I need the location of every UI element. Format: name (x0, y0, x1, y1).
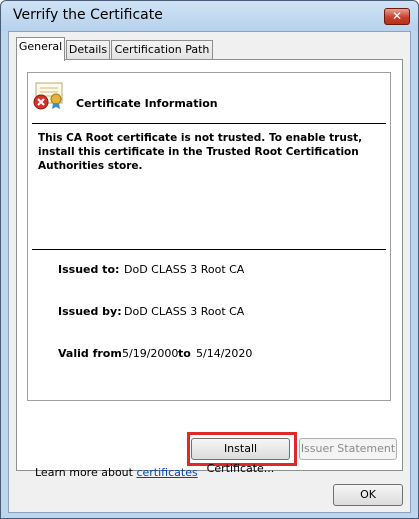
general-tab-panel: Certificate Information This CA Root cer… (16, 59, 403, 479)
tab-certification-path[interactable]: Certification Path (111, 40, 213, 60)
divider (32, 123, 386, 124)
install-certificate-button[interactable]: Install Certificate... (191, 438, 290, 475)
dialog-client-area: General Details Certification Path Certi… (8, 31, 411, 513)
tab-general[interactable]: General (16, 37, 65, 61)
ok-button[interactable]: OK (333, 484, 403, 506)
window-title: Verrify the Certificate (13, 7, 163, 23)
certificates-link[interactable]: certificates (136, 466, 197, 479)
certificate-error-icon (32, 81, 66, 111)
close-button[interactable]: ✕ (384, 8, 410, 25)
title-bar: Verrify the Certificate ✕ (1, 1, 418, 31)
valid-to-value: 5/14/2020 (196, 347, 253, 360)
tab-details[interactable]: Details (66, 40, 110, 60)
learn-more-text: Learn more about certificates (35, 466, 198, 479)
divider (32, 249, 386, 250)
certificate-dialog: Verrify the Certificate ✕ General Detail… (0, 0, 419, 519)
valid-from-value: 5/19/2000 (122, 347, 179, 360)
trust-warning-text: This CA Root certificate is not trusted.… (38, 132, 363, 172)
issuer-statement-button[interactable]: Issuer Statement (299, 438, 397, 460)
issued-by-value: DoD CLASS 3 Root CA (124, 305, 245, 318)
valid-to-label: to (178, 347, 191, 360)
certificate-info-box: Certificate Information This CA Root cer… (27, 72, 391, 401)
learn-more-prefix: Learn more about (35, 466, 137, 479)
valid-from-label: Valid from (58, 347, 122, 360)
certificate-info-header: Certificate Information (76, 97, 218, 110)
issued-to-label: Issued to: (58, 263, 120, 276)
issued-by-label: Issued by: (58, 305, 122, 318)
issued-to-value: DoD CLASS 3 Root CA (124, 263, 245, 276)
